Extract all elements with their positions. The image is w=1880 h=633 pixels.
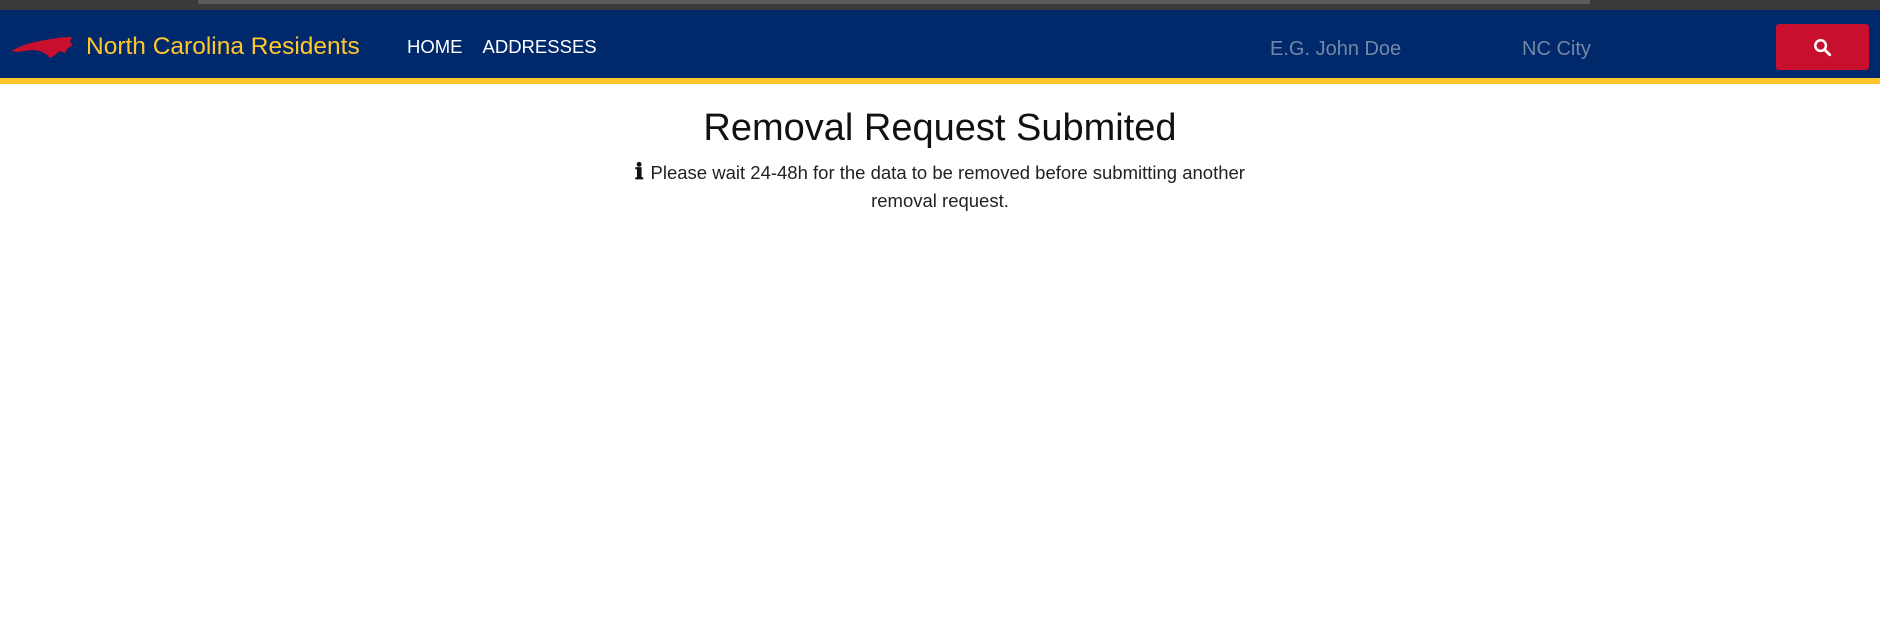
brand-link[interactable]: North Carolina Residents: [10, 10, 360, 84]
nc-state-map-icon: [11, 37, 73, 58]
brand-name: North Carolina Residents: [86, 33, 360, 60]
top-scrollbar-thumb[interactable]: [198, 0, 1590, 4]
search-icon: [1814, 38, 1832, 56]
info-icon: ℹ: [635, 159, 644, 185]
removal-notice: ℹ Please wait 24-48h for the data to be …: [630, 158, 1250, 215]
page-title: Removal Request Submited: [703, 107, 1177, 149]
nav-addresses-link[interactable]: ADDRESSES: [483, 36, 597, 58]
search-button[interactable]: [1776, 24, 1869, 70]
site-navbar: North Carolina Residents HOME ADDRESSES: [0, 10, 1880, 84]
main-nav: HOME ADDRESSES: [407, 10, 617, 84]
city-search-input[interactable]: [1510, 31, 1750, 67]
nav-home-link[interactable]: HOME: [407, 36, 463, 58]
name-search-input[interactable]: [1258, 31, 1498, 67]
main-content: Removal Request Submited ℹ Please wait 2…: [0, 106, 1880, 215]
browser-top-strip: [0, 0, 1880, 10]
notice-text: Please wait 24-48h for the data to be re…: [650, 162, 1245, 211]
